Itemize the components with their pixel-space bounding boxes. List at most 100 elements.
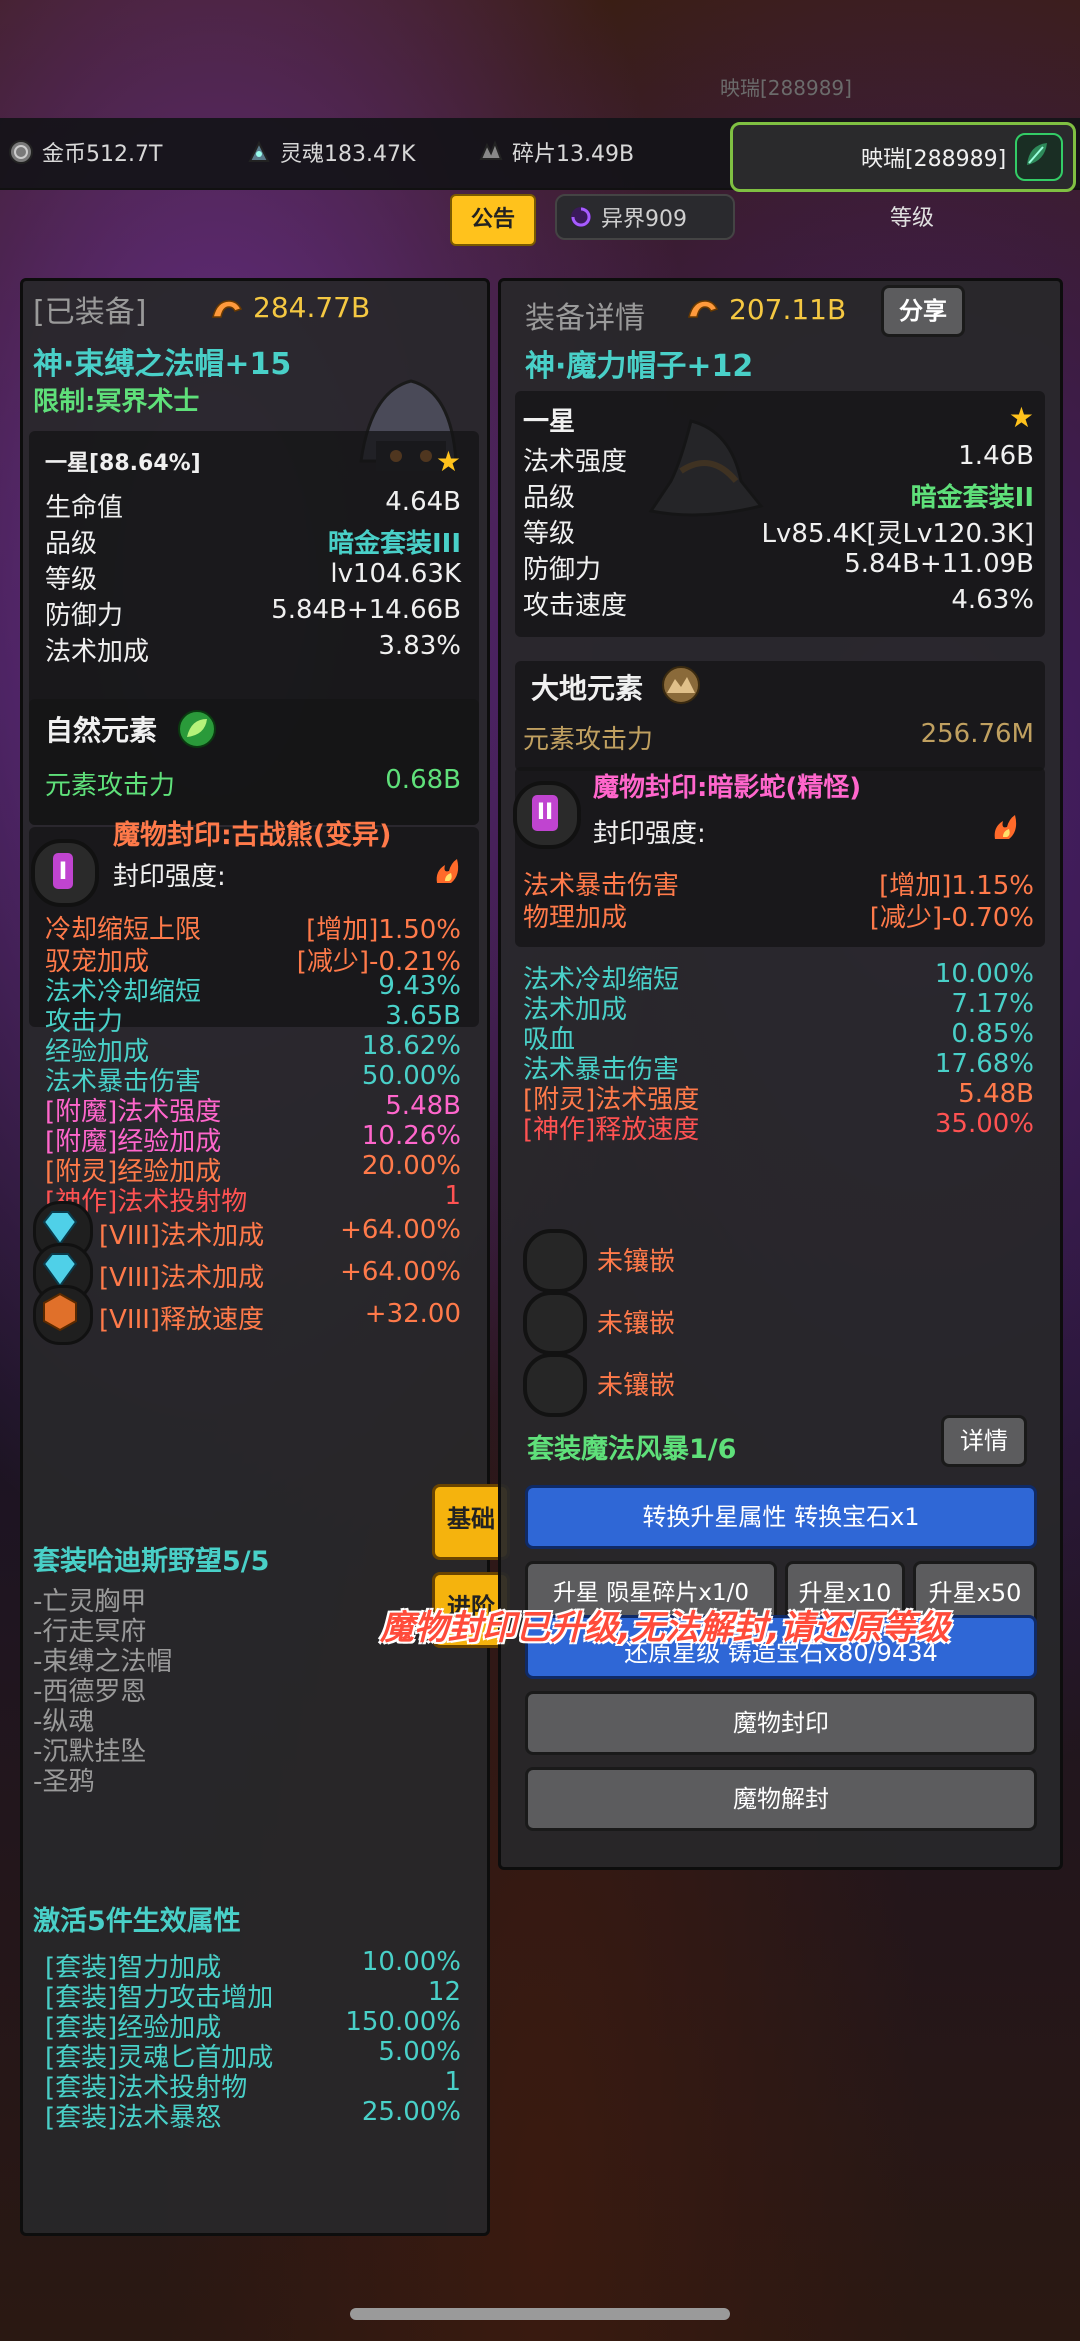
power-arm-icon-2 bbox=[688, 300, 719, 318]
socket-label: 未镶嵌 bbox=[597, 1371, 676, 1401]
equipped-base-stat-value: 3.83% bbox=[378, 631, 461, 661]
star-icon: ★ bbox=[435, 445, 461, 478]
equipped-tag: [已装备] bbox=[33, 295, 147, 330]
gold-value: 金币512.7T bbox=[42, 142, 163, 167]
gem-socket-empty[interactable] bbox=[523, 1291, 587, 1355]
detail-seal-badge: II bbox=[513, 781, 581, 849]
detail-stat-key: [神作]释放速度 bbox=[523, 1115, 700, 1145]
equipped-gem-value: +64.00% bbox=[340, 1257, 461, 1287]
element-stat-row: 元素攻击力 0.68B bbox=[23, 759, 487, 801]
element-stat-key: 元素攻击力 bbox=[45, 771, 176, 801]
player-name: 映瑞[288989] bbox=[861, 147, 1007, 172]
star-icon-2: ★ bbox=[1008, 401, 1034, 434]
realm-button[interactable]: 异界909 bbox=[555, 194, 735, 240]
detail-star-row: 一星 ★ bbox=[501, 395, 1060, 437]
detail-item-name: 神·魔力帽子+12 bbox=[525, 349, 754, 384]
equipped-gem-key: [VIII]法术加成 bbox=[99, 1221, 265, 1251]
detail-stat-value: 35.00% bbox=[934, 1109, 1034, 1139]
home-indicator[interactable] bbox=[350, 2308, 730, 2320]
set-title: 套装哈迪斯野望5/5 bbox=[33, 1546, 270, 1577]
equipped-stat-value: 1 bbox=[444, 1181, 461, 1211]
detail-element-stat-key: 元素攻击力 bbox=[523, 725, 654, 755]
toast-message: 魔物封印已升级,无法解封,请还原等级 bbox=[380, 1608, 950, 1648]
set-active-title: 激活5件生效属性 bbox=[33, 1906, 241, 1937]
player-card[interactable]: 映瑞[288989] bbox=[730, 122, 1076, 192]
equipped-restriction: 限制:冥界术士 bbox=[33, 387, 200, 417]
earth-element-icon bbox=[662, 666, 700, 704]
element-stat-value: 0.68B bbox=[385, 765, 461, 795]
equipped-base-stat-value: 4.64B bbox=[385, 487, 461, 517]
set-piece-item: -圣鸦 bbox=[33, 1767, 95, 1797]
detail-star-label: 一星 bbox=[523, 407, 576, 437]
seal-badge: I bbox=[31, 839, 99, 907]
detail-element-title: 大地元素 bbox=[531, 672, 644, 705]
detail-seal-stat-row: 物理加成 [减少]-0.70% bbox=[501, 891, 1060, 933]
orange-gem-icon bbox=[33, 1285, 93, 1345]
power-arm-icon bbox=[212, 300, 243, 318]
equipped-gem-key: [VIII]释放速度 bbox=[99, 1305, 265, 1335]
equipped-power: 284.77B bbox=[253, 291, 371, 324]
gold-coin-icon bbox=[9, 140, 33, 164]
detail-seal-stat-key: 物理加成 bbox=[523, 903, 628, 933]
set-bonus-stat-key: [套装]法术暴怒 bbox=[45, 2103, 222, 2133]
detail-base-stat-key: 攻击速度 bbox=[523, 591, 628, 621]
equipped-gem-value: +32.00 bbox=[364, 1299, 461, 1329]
leaf-icon bbox=[1027, 143, 1047, 165]
detail-tag: 装备详情 bbox=[525, 301, 645, 336]
leaf-menu-button[interactable] bbox=[1015, 133, 1063, 181]
gold-currency: 金币512.7T bbox=[8, 136, 162, 168]
equipped-star-row: 一星[88.64%] ★ bbox=[23, 439, 487, 481]
shard-value: 碎片13.49B bbox=[512, 142, 635, 167]
socket-label: 未镶嵌 bbox=[597, 1309, 676, 1339]
vortex-icon bbox=[571, 207, 591, 227]
notice-button[interactable]: 公告 bbox=[450, 194, 536, 246]
seal-strength-label: 封印强度: bbox=[113, 862, 226, 892]
element-title: 自然元素 bbox=[45, 714, 158, 747]
gem-socket-empty[interactable] bbox=[523, 1229, 587, 1293]
monster-seal-button[interactable]: 魔物封印 bbox=[525, 1691, 1037, 1755]
set-bonus-stat-value: 25.00% bbox=[361, 2097, 461, 2127]
detail-base-stat-value: 1.46B bbox=[958, 441, 1034, 471]
nature-leaf-icon bbox=[178, 710, 216, 748]
soul-currency: 灵魂183.47K bbox=[246, 136, 415, 168]
set-bonus-stat-row: [套装]法术暴怒 25.00% bbox=[23, 2091, 487, 2133]
detail-seal-stat-value: [减少]-0.70% bbox=[869, 903, 1034, 933]
realm-label: 异界909 bbox=[601, 207, 687, 232]
soul-value: 灵魂183.47K bbox=[280, 142, 416, 167]
watermark-text: 映瑞[288989] bbox=[720, 76, 852, 100]
monster-unseal-button[interactable]: 魔物解封 bbox=[525, 1767, 1037, 1831]
detail-element-stat-row: 元素攻击力 256.76M bbox=[501, 713, 1060, 755]
detail-seal-numeral: II bbox=[532, 795, 558, 831]
seal-numeral: I bbox=[53, 853, 73, 889]
soul-icon bbox=[248, 140, 270, 162]
equipped-gem-value: +64.00% bbox=[340, 1215, 461, 1245]
seal-flame-icon bbox=[436, 859, 459, 883]
equipped-star-label: 一星[88.64%] bbox=[45, 451, 201, 476]
equipped-base-stat-value: lv104.63K bbox=[330, 559, 461, 589]
equipped-base-stat-value: 5.84B+14.66B bbox=[271, 595, 461, 625]
shard-icon bbox=[479, 140, 503, 160]
gem-socket-empty[interactable] bbox=[523, 1353, 587, 1417]
equipped-base-stat-key: 法术加成 bbox=[45, 637, 150, 667]
detail-base-stat-value: 5.84B+11.09B bbox=[844, 549, 1034, 579]
detail-seal-strength-label: 封印强度: bbox=[593, 819, 706, 849]
seal-title: 魔物封印:古战熊(变异) bbox=[113, 820, 392, 851]
details-button[interactable]: 详情 bbox=[941, 1415, 1027, 1467]
detail-base-stat-value: 4.63% bbox=[951, 585, 1034, 615]
detail-stat-row: [神作]释放速度 35.00% bbox=[501, 1103, 1060, 1145]
equipped-gem-key: [VIII]法术加成 bbox=[99, 1263, 265, 1293]
convert-star-button[interactable]: 转换升星属性 转换宝石x1 bbox=[525, 1485, 1037, 1549]
shard-currency: 碎片13.49B bbox=[478, 136, 634, 168]
share-button[interactable]: 分享 bbox=[881, 285, 965, 337]
player-level-label: 等级 bbox=[890, 206, 935, 231]
equipped-item-name: 神·束缚之法帽+15 bbox=[33, 347, 292, 382]
detail-set-title: 套装魔法风暴1/6 bbox=[527, 1434, 737, 1465]
detail-base-stat-row: 攻击速度 4.63% bbox=[501, 579, 1060, 621]
equipped-item-panel: [已装备] 284.77B 神·束缚之法帽+15 限制:冥界术士 一星[88.6… bbox=[20, 278, 490, 2236]
detail-element-stat-value: 256.76M bbox=[920, 719, 1034, 749]
detail-seal-flame-icon bbox=[994, 815, 1017, 839]
detail-seal-title: 魔物封印:暗影蛇(精怪) bbox=[593, 773, 862, 803]
equipped-base-stat-row: 法术加成 3.83% bbox=[23, 625, 487, 667]
detail-power: 207.11B bbox=[729, 293, 847, 326]
socket-label: 未镶嵌 bbox=[597, 1247, 676, 1277]
